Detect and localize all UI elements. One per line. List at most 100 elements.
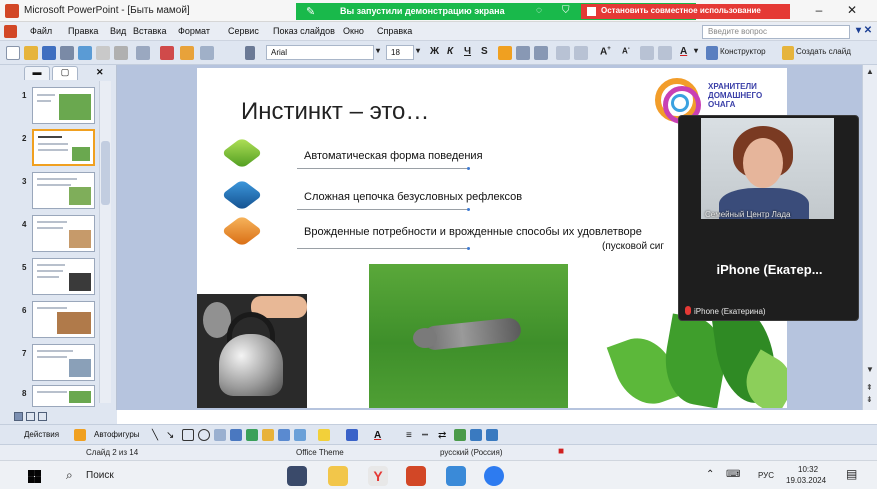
- panel-scrollbar[interactable]: [99, 81, 111, 403]
- previous-slide-icon[interactable]: ⇞: [866, 383, 873, 392]
- font-color-dropdown-icon[interactable]: ▾: [694, 46, 698, 55]
- shadow-style-icon[interactable]: [454, 429, 466, 441]
- bullet-3[interactable]: Врожденные потребности и врожденные спос…: [304, 226, 642, 238]
- search-icon[interactable]: ⌕: [66, 468, 73, 483]
- wordart-icon[interactable]: [230, 429, 242, 441]
- size-dropdown-icon[interactable]: ▾: [416, 46, 420, 55]
- arrow-icon[interactable]: ↘: [166, 430, 174, 441]
- font-color-icon[interactable]: A: [374, 430, 381, 441]
- clock-time[interactable]: 10:32: [798, 465, 818, 474]
- slide-thumbnail-5[interactable]: [32, 258, 95, 295]
- clock-date[interactable]: 19.03.2024: [786, 476, 826, 485]
- slide-thumbnail-3[interactable]: [32, 172, 95, 209]
- normal-view-icon[interactable]: [14, 412, 23, 421]
- numbering-icon[interactable]: [556, 46, 570, 60]
- menu-help[interactable]: Справка: [377, 26, 412, 36]
- menu-slideshow[interactable]: Показ слайдов: [273, 26, 335, 36]
- decrease-indent-icon[interactable]: [640, 46, 654, 60]
- designer-button[interactable]: Конструктор: [720, 47, 766, 56]
- bold-button[interactable]: Ж: [430, 46, 439, 57]
- rectangle-icon[interactable]: [182, 429, 194, 441]
- italic-button[interactable]: К: [447, 46, 453, 57]
- tray-expand-icon[interactable]: ⌃: [706, 469, 714, 480]
- trigger-signal-text[interactable]: (пусковой сиг: [602, 241, 664, 252]
- input-language[interactable]: РУС: [758, 471, 774, 480]
- increase-font-icon[interactable]: A+: [600, 46, 611, 57]
- menu-tools[interactable]: Сервис: [228, 26, 259, 36]
- powerpoint-taskbar-icon[interactable]: [406, 466, 426, 486]
- ask-question-input[interactable]: Введите вопрос: [702, 25, 850, 39]
- print-icon[interactable]: [60, 46, 74, 60]
- autoshapes-menu[interactable]: Автофигуры: [94, 430, 140, 439]
- open-icon[interactable]: [24, 46, 38, 60]
- designer-icon[interactable]: [706, 46, 718, 60]
- zoom-taskbar-icon[interactable]: [446, 466, 466, 486]
- cat-photo[interactable]: [369, 264, 568, 408]
- pin-icon[interactable]: ✎: [306, 5, 315, 18]
- textbox-icon[interactable]: [214, 429, 226, 441]
- menu-view[interactable]: Вид: [110, 26, 126, 36]
- font-family-select[interactable]: Arial: [266, 45, 374, 60]
- keyboard-icon[interactable]: ⌨: [726, 469, 740, 480]
- bullet-2[interactable]: Сложная цепочка безусловных рефлексов: [304, 191, 522, 203]
- 3d-style-icon[interactable]: [470, 429, 482, 441]
- spelling-status-icon[interactable]: ■: [558, 446, 564, 457]
- shadow-button[interactable]: S: [481, 46, 488, 57]
- dash-style-icon[interactable]: ┅: [422, 430, 428, 441]
- cut-icon[interactable]: [114, 46, 128, 60]
- more-options-icon[interactable]: ◌: [536, 5, 542, 16]
- notifications-icon[interactable]: ▤: [846, 467, 857, 481]
- video-panel[interactable]: Семейный Центр Лада iPhone (Екатер... iP…: [678, 115, 859, 321]
- menu-format[interactable]: Формат: [178, 26, 210, 36]
- close-document-icon[interactable]: ▾ ✕: [856, 25, 872, 36]
- minimize-button[interactable]: –: [807, 3, 831, 19]
- font-size-select[interactable]: 18: [386, 45, 414, 60]
- undo-icon[interactable]: [136, 46, 150, 60]
- stop-sharing-button[interactable]: Остановить совместное использование: [581, 4, 790, 19]
- new-slide-button[interactable]: Создать слайд: [796, 47, 851, 56]
- sorter-view-icon[interactable]: [26, 412, 35, 421]
- close-panel-icon[interactable]: ✕: [96, 67, 104, 78]
- yandex-browser-icon[interactable]: Y: [368, 466, 388, 486]
- oval-icon[interactable]: [198, 429, 210, 441]
- preview-icon[interactable]: [78, 46, 92, 60]
- diagram-icon[interactable]: [246, 429, 258, 441]
- insert-table-icon[interactable]: [180, 46, 194, 60]
- kettle-photo[interactable]: [197, 294, 307, 408]
- slide-thumbnail-6[interactable]: [32, 301, 95, 338]
- fill-color-icon[interactable]: [318, 429, 330, 441]
- spelling-icon[interactable]: [96, 46, 110, 60]
- tab-slides[interactable]: ▢: [52, 66, 78, 80]
- align-right-icon[interactable]: [534, 46, 548, 60]
- menu-edit[interactable]: Правка: [68, 26, 98, 36]
- image-icon[interactable]: [294, 429, 306, 441]
- menu-insert[interactable]: Вставка: [133, 26, 166, 36]
- scroll-up-icon[interactable]: ▲: [866, 67, 874, 76]
- scroll-down-icon[interactable]: ▼: [866, 365, 874, 374]
- clipart-icon[interactable]: [262, 429, 274, 441]
- slide-thumbnail-2[interactable]: [32, 129, 95, 166]
- save-icon[interactable]: [42, 46, 56, 60]
- font-color-icon[interactable]: A: [680, 46, 687, 57]
- slide-thumbnail-7[interactable]: [32, 344, 95, 381]
- align-center-icon[interactable]: [516, 46, 530, 60]
- menu-window[interactable]: Окно: [343, 26, 364, 36]
- close-button[interactable]: ✕: [840, 3, 864, 19]
- font-dropdown-icon[interactable]: ▾: [376, 46, 380, 55]
- next-slide-icon[interactable]: ⇟: [866, 395, 873, 404]
- panel-scroll-thumb[interactable]: [101, 141, 110, 205]
- bullets-icon[interactable]: [574, 46, 588, 60]
- task-view-icon[interactable]: [287, 466, 307, 486]
- taskbar-search[interactable]: Поиск: [86, 470, 114, 481]
- align-left-icon[interactable]: [498, 46, 512, 60]
- chat-app-icon[interactable]: [484, 466, 504, 486]
- arrow-style-icon[interactable]: ⇄: [438, 430, 446, 441]
- slide-thumbnail-8[interactable]: [32, 385, 95, 407]
- file-explorer-icon[interactable]: [328, 466, 348, 486]
- more-icon[interactable]: [486, 429, 498, 441]
- actions-menu[interactable]: Действия: [24, 430, 59, 439]
- editor-scrollbar[interactable]: ▲ ▼ ⇞ ⇟: [862, 65, 877, 410]
- insert-chart-icon[interactable]: [160, 46, 174, 60]
- toolbar-options-icon[interactable]: [245, 46, 255, 60]
- new-icon[interactable]: [6, 46, 20, 60]
